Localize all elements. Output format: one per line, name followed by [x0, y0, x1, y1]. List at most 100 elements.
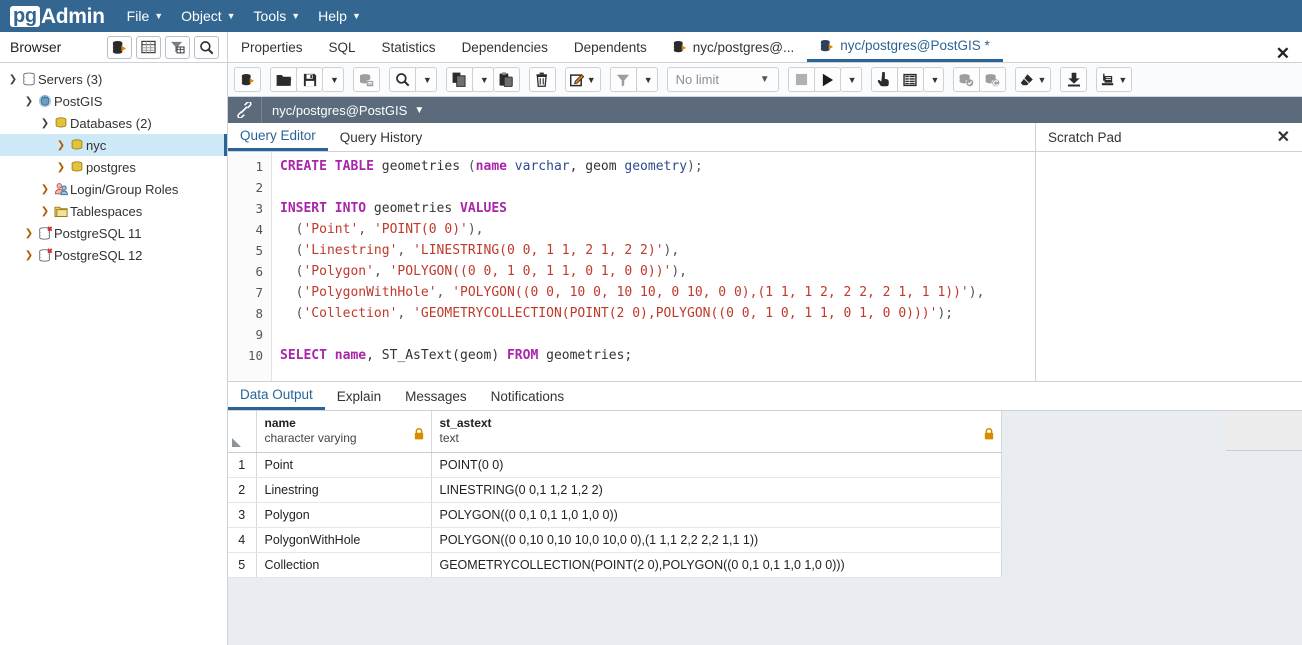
filter-options-button[interactable]: ▼ — [636, 67, 658, 92]
menu-help[interactable]: Help ▼ — [318, 8, 361, 24]
save-options-button[interactable]: ▼ — [322, 67, 344, 92]
code-line[interactable]: INSERT INTO geometries VALUES — [280, 198, 1035, 219]
download-csv-button[interactable] — [1060, 67, 1087, 92]
table-row[interactable]: 4PolygonWithHolePOLYGON((0 0,10 0,10 10,… — [228, 528, 1001, 553]
row-number[interactable]: 2 — [228, 478, 256, 503]
code-line[interactable] — [280, 177, 1035, 198]
sql-code[interactable]: CREATE TABLE geometries (name varchar, g… — [272, 152, 1035, 381]
sidebar-item-postgres[interactable]: ❯ postgres — [0, 156, 227, 178]
open-query-tool-button[interactable] — [234, 67, 261, 92]
cell-name[interactable]: Polygon — [256, 503, 431, 528]
tab-data-output[interactable]: Data Output — [228, 382, 325, 410]
data-grid-wrapper[interactable]: name character varying s — [228, 411, 1302, 645]
code-line[interactable]: ('Linestring', 'LINESTRING(0 0, 1 1, 2 1… — [280, 240, 1035, 261]
explain-options-button[interactable]: ▼ — [923, 67, 945, 92]
stop-button[interactable] — [788, 67, 815, 92]
chevron-down-icon[interactable]: ❯ — [6, 74, 20, 85]
chevron-down-icon[interactable]: ❯ — [22, 96, 36, 107]
tab-notifications[interactable]: Notifications — [479, 382, 577, 410]
chevron-right-icon[interactable]: ❯ — [22, 250, 36, 261]
code-line[interactable]: ('Collection', 'GEOMETRYCOLLECTION(POINT… — [280, 303, 1035, 324]
open-file-button[interactable] — [270, 67, 297, 92]
tab-dependents[interactable]: Dependents — [561, 32, 660, 62]
cell-name[interactable]: Point — [256, 453, 431, 478]
menu-tools[interactable]: Tools ▼ — [254, 8, 301, 24]
filtered-table-icon[interactable] — [165, 36, 190, 59]
table-row[interactable]: 1PointPOINT(0 0) — [228, 453, 1001, 478]
search-icon[interactable] — [194, 36, 219, 59]
clear-button[interactable]: ▼ — [1015, 67, 1051, 92]
tab-dependencies[interactable]: Dependencies — [449, 32, 561, 62]
tab-query-history[interactable]: Query History — [328, 123, 435, 151]
row-number[interactable]: 1 — [228, 453, 256, 478]
table-row[interactable]: 5CollectionGEOMETRYCOLLECTION(POINT(2 0)… — [228, 553, 1001, 578]
cell-st-astext[interactable]: GEOMETRYCOLLECTION(POINT(2 0),POLYGON((0… — [431, 553, 1001, 578]
chevron-right-icon[interactable]: ❯ — [54, 140, 68, 151]
close-icon[interactable]: ✕ — [1276, 45, 1290, 62]
paste-button[interactable] — [493, 67, 520, 92]
chevron-right-icon[interactable]: ❯ — [38, 206, 52, 217]
menu-file[interactable]: File ▼ — [127, 8, 163, 24]
column-header-name[interactable]: name character varying — [256, 411, 431, 453]
sidebar-item-login-group-roles[interactable]: ❯ Login/Group Roles — [0, 178, 227, 200]
save-file-button[interactable] — [296, 67, 323, 92]
tab-query-tool-active[interactable]: nyc/postgres@PostGIS * — [807, 32, 1003, 62]
tree-node-postgis[interactable]: ❯ PostGIS — [0, 90, 227, 112]
commit-button[interactable] — [953, 67, 980, 92]
explain-button[interactable] — [871, 67, 898, 92]
edit-button[interactable]: ▼ — [565, 67, 601, 92]
explain-analyze-button[interactable] — [897, 67, 924, 92]
column-header-st-astext[interactable]: st_astext text — [431, 411, 1001, 453]
delete-button[interactable] — [529, 67, 556, 92]
chevron-right-icon[interactable]: ❯ — [54, 162, 68, 173]
sidebar-item-nyc[interactable]: ❯ nyc — [0, 134, 227, 156]
filter-button[interactable] — [610, 67, 637, 92]
grid-icon[interactable] — [136, 36, 161, 59]
cell-name[interactable]: Collection — [256, 553, 431, 578]
cell-st-astext[interactable]: POLYGON((0 0,1 0,1 1,0 1,0 0)) — [431, 503, 1001, 528]
row-number[interactable]: 5 — [228, 553, 256, 578]
chevron-right-icon[interactable]: ❯ — [22, 228, 36, 239]
code-line[interactable]: CREATE TABLE geometries (name varchar, g… — [280, 156, 1035, 177]
tab-query-tool-1[interactable]: nyc/postgres@... — [660, 32, 808, 62]
cell-st-astext[interactable]: POINT(0 0) — [431, 453, 1001, 478]
show-query-button[interactable] — [353, 67, 380, 92]
tab-statistics[interactable]: Statistics — [369, 32, 449, 62]
rollback-button[interactable] — [979, 67, 1006, 92]
find-button[interactable] — [389, 67, 416, 92]
sidebar-item-postgresql-12[interactable]: ❯ PostgreSQL 12 — [0, 244, 227, 266]
browser-tree[interactable]: ❯ Servers (3) ❯ — [0, 63, 227, 645]
cell-name[interactable]: PolygonWithHole — [256, 528, 431, 553]
table-row[interactable]: 3PolygonPOLYGON((0 0,1 0,1 1,0 1,0 0)) — [228, 503, 1001, 528]
code-line[interactable]: SELECT name, ST_AsText(geom) FROM geomet… — [280, 345, 1035, 366]
object-explorer-icon[interactable] — [107, 36, 132, 59]
cell-name[interactable]: Linestring — [256, 478, 431, 503]
menu-object[interactable]: Object ▼ — [181, 8, 235, 24]
row-number[interactable]: 4 — [228, 528, 256, 553]
connection-label-wrap[interactable]: nyc/postgres@PostGIS ▼ — [262, 103, 424, 118]
chevron-right-icon[interactable]: ❯ — [38, 184, 52, 195]
tab-sql[interactable]: SQL — [316, 32, 369, 62]
macros-button[interactable]: ▼ — [1096, 67, 1132, 92]
tab-messages[interactable]: Messages — [393, 382, 479, 410]
sidebar-item-postgresql-11[interactable]: ❯ PostgreSQL 11 — [0, 222, 227, 244]
chevron-down-icon[interactable]: ❯ — [38, 118, 52, 129]
sql-editor[interactable]: 12345678910 CREATE TABLE geometries (nam… — [228, 152, 1035, 381]
execute-options-button[interactable]: ▼ — [840, 67, 862, 92]
scratch-pad-textarea[interactable] — [1036, 152, 1302, 381]
tab-explain[interactable]: Explain — [325, 382, 393, 410]
copy-options-button[interactable]: ▼ — [472, 67, 494, 92]
cell-st-astext[interactable]: POLYGON((0 0,10 0,10 10,0 10,0 0),(1 1,1… — [431, 528, 1001, 553]
code-line[interactable]: ('PolygonWithHole', 'POLYGON((0 0, 10 0,… — [280, 282, 1035, 303]
table-row[interactable]: 2LinestringLINESTRING(0 0,1 1,2 1,2 2) — [228, 478, 1001, 503]
row-number[interactable]: 3 — [228, 503, 256, 528]
tab-properties[interactable]: Properties — [228, 32, 316, 62]
select-all-corner[interactable] — [228, 411, 256, 453]
code-line[interactable]: ('Point', 'POINT(0 0)'), — [280, 219, 1035, 240]
row-limit-select[interactable]: No limit ▼ — [667, 67, 779, 92]
find-options-button[interactable]: ▼ — [415, 67, 437, 92]
tab-query-editor[interactable]: Query Editor — [228, 123, 328, 151]
cell-st-astext[interactable]: LINESTRING(0 0,1 1,2 1,2 2) — [431, 478, 1001, 503]
sidebar-item-tablespaces[interactable]: ❯ Tablespaces — [0, 200, 227, 222]
close-icon[interactable]: ✕ — [1277, 127, 1290, 147]
